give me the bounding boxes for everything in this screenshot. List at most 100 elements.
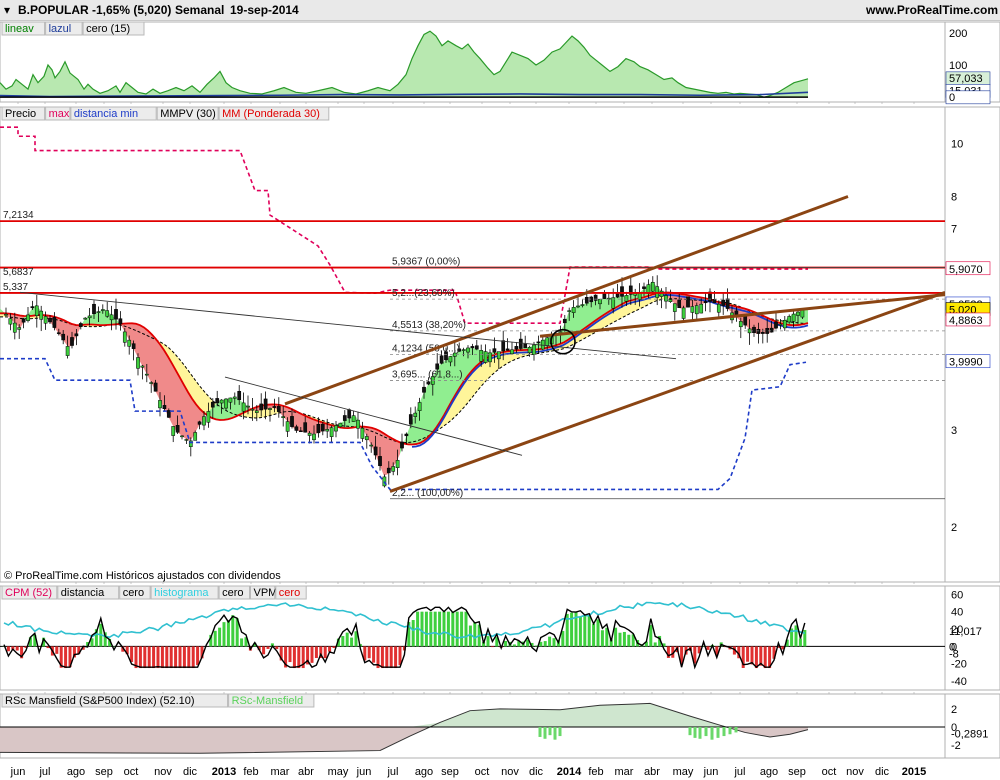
price-ma-fill	[148, 330, 152, 385]
cpm-bar	[420, 611, 424, 647]
candle-body	[232, 396, 237, 399]
candle-body	[241, 402, 246, 412]
price-ma-fill	[444, 358, 448, 416]
candle-body	[540, 339, 545, 350]
cpm-legend-label: distancia	[61, 587, 105, 599]
candle-body	[30, 306, 35, 309]
candle-body	[496, 351, 501, 360]
cpm-bar	[596, 619, 600, 647]
candle-body	[787, 316, 792, 323]
cpm-bar	[191, 646, 195, 669]
time-axis-label: ago	[67, 766, 85, 778]
candle-body	[413, 412, 418, 417]
cpm-bar	[394, 646, 398, 669]
cpm-bar	[649, 625, 653, 647]
candle-body	[272, 406, 277, 408]
price-tick-label: 8	[951, 191, 957, 203]
cpm-bar	[187, 646, 191, 669]
price-change: -1,65% (5,020)	[92, 3, 172, 17]
candle-body	[100, 309, 105, 311]
candle-body	[48, 318, 52, 323]
cpm-bar	[750, 646, 754, 665]
candle-body	[210, 401, 215, 408]
candle-body	[219, 399, 224, 404]
price-legend-label: Precio	[5, 108, 36, 120]
rsc-tick-label: 2	[951, 704, 957, 716]
candle-body	[144, 373, 149, 376]
price-ma-fill	[188, 392, 192, 441]
candle-body	[140, 365, 145, 368]
time-axis-label: 2014	[557, 766, 582, 778]
candle-body	[536, 341, 541, 344]
cpm-bar	[297, 646, 301, 669]
cpm-bar	[64, 646, 68, 669]
cpm-bar	[367, 646, 371, 659]
candle-body	[466, 347, 470, 353]
candle-body	[316, 424, 321, 434]
rsc-tick-label: -2	[951, 740, 961, 752]
candle-body	[360, 427, 365, 439]
candle-body	[320, 423, 325, 432]
candle-body	[290, 416, 294, 427]
time-axis-label: jul	[733, 766, 745, 778]
fib-level-label: 5,2...(23,60%)	[392, 288, 455, 299]
cpm-legend-label: histograma	[154, 587, 209, 599]
candle-body	[17, 327, 22, 330]
cpm-bar	[345, 632, 349, 647]
candle-body	[501, 340, 506, 352]
cpm-bar	[152, 646, 156, 669]
fib-level-label: 2,2... (100,00%)	[392, 488, 463, 499]
candle-body	[760, 332, 765, 334]
rsc-value-label: -0,2891	[951, 729, 988, 741]
cpm-bar	[794, 625, 798, 647]
candle-body	[303, 422, 308, 433]
cpm-bar	[55, 646, 59, 654]
candle-body	[114, 309, 118, 320]
price-ma-fill	[584, 302, 588, 329]
candle-body	[105, 310, 110, 317]
candle-body	[268, 408, 272, 410]
rsc-bar	[693, 727, 697, 738]
candle-body	[545, 337, 550, 346]
candle-body	[215, 398, 220, 404]
cpm-bar	[592, 623, 596, 647]
time-axis-label: abr	[298, 766, 314, 778]
price-value-label: 3,9990	[949, 357, 983, 369]
adx-value-label: 57,033	[949, 73, 983, 85]
candle-body	[712, 299, 717, 304]
candle-body	[329, 427, 334, 437]
price-ma-fill	[428, 377, 432, 438]
candle-body	[118, 318, 123, 325]
dropdown-arrow-icon[interactable]: ▾	[4, 3, 10, 17]
cpm-bar	[143, 646, 147, 669]
rsc-bar	[734, 727, 738, 733]
candle-body	[395, 460, 400, 468]
cpm-bar	[178, 646, 182, 669]
cpm-bar	[442, 611, 446, 647]
cpm-bar	[460, 611, 464, 647]
cpm-bar	[473, 622, 477, 647]
candle-body	[65, 346, 70, 356]
price-ma-fill	[424, 384, 428, 441]
cpm-bar	[754, 646, 758, 669]
candle-body	[725, 298, 730, 309]
candle-body	[12, 322, 17, 333]
rsc-bar	[698, 727, 702, 739]
cpm-bar	[380, 646, 384, 669]
candle-body	[769, 327, 774, 333]
candle-body	[523, 343, 528, 349]
price-tick-label: 3	[951, 425, 957, 437]
candle-body	[593, 294, 598, 301]
cpm-bar	[512, 644, 516, 647]
candle-body	[224, 398, 228, 409]
cpm-bar	[429, 611, 433, 647]
time-axis-label: ago	[760, 766, 778, 778]
rsc-bar	[688, 727, 692, 736]
cpm-bar	[6, 646, 10, 652]
candle-body	[325, 429, 330, 432]
candle-body	[39, 310, 44, 320]
candle-body	[34, 305, 39, 316]
cpm-bar	[218, 627, 222, 647]
candle-body	[791, 313, 796, 322]
cpm-bar	[446, 611, 450, 647]
